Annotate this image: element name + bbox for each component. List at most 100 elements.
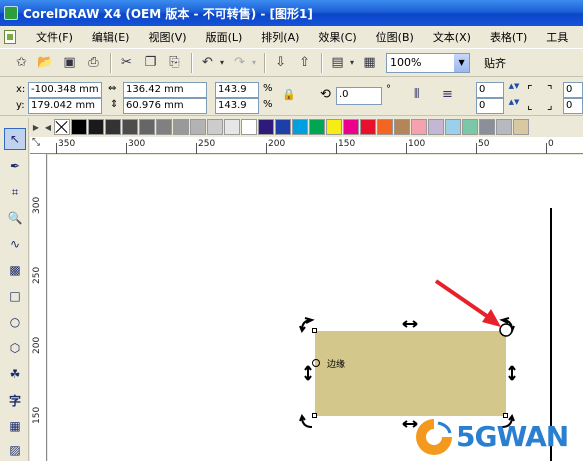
menu-bitmaps[interactable]: 位图(B) — [370, 29, 420, 45]
color-swatch[interactable] — [411, 119, 427, 135]
scale-height-field[interactable]: 143.9 — [215, 98, 259, 114]
width-field[interactable]: 136.42 mm — [123, 82, 207, 98]
height-field[interactable]: 60.976 mm — [123, 98, 207, 114]
color-swatch[interactable] — [479, 119, 495, 135]
save-icon[interactable]: ▣ — [58, 52, 81, 74]
mirror-vertical-icon[interactable]: ≡ — [442, 87, 453, 102]
horizontal-ruler[interactable]: ⤡ 350 300 250 200 150 100 50 0 — [30, 137, 583, 154]
menu-view[interactable]: 视图(V) — [142, 29, 192, 45]
import-icon[interactable]: ⇩ — [269, 52, 292, 74]
lock-ratio-icon[interactable]: 🔒 — [282, 88, 296, 101]
crop-tool-icon[interactable]: ⌗ — [4, 181, 26, 203]
launcher-dropdown-icon[interactable]: ▾ — [350, 58, 354, 67]
mirror-horizontal-icon[interactable]: ⫴ — [414, 87, 419, 102]
color-swatch[interactable] — [71, 119, 87, 135]
export-icon[interactable]: ⇧ — [293, 52, 316, 74]
corner-radius-1-field[interactable]: 0 — [476, 82, 504, 98]
application-launcher-icon[interactable]: ▤ — [326, 52, 349, 74]
smart-fill-tool-icon[interactable]: ▩ — [4, 259, 26, 281]
x-position-field[interactable]: -100.348 mm — [28, 82, 102, 98]
zoom-select[interactable]: 100% ▼ — [386, 52, 471, 73]
zoom-tool-icon[interactable]: 🔍 — [4, 207, 26, 229]
menu-arrange[interactable]: 排列(A) — [255, 29, 305, 45]
document-icon[interactable] — [4, 29, 16, 44]
snap-to-label[interactable]: 贴齐 — [484, 55, 506, 71]
copy-icon[interactable]: ❐ — [139, 52, 162, 74]
rectangle-tool-icon[interactable]: □ — [4, 285, 26, 307]
rotation-field[interactable]: .0 — [336, 87, 382, 105]
ruler-origin-icon[interactable]: ⤡ — [32, 137, 40, 148]
undo-icon[interactable]: ↶ — [196, 52, 219, 74]
menu-text[interactable]: 文本(X) — [427, 29, 477, 45]
color-swatch[interactable] — [377, 119, 393, 135]
redo-dropdown-icon[interactable]: ▾ — [252, 58, 256, 67]
paste-icon[interactable]: ⎘ — [163, 52, 186, 74]
color-swatch[interactable] — [156, 119, 172, 135]
rotation-center-marker[interactable] — [312, 359, 320, 367]
corner-radius-2-field[interactable]: 0 — [476, 98, 504, 114]
freehand-tool-icon[interactable]: ∿ — [4, 233, 26, 255]
selection-handle[interactable] — [312, 413, 317, 418]
toolbar-separator — [321, 52, 323, 73]
polygon-tool-icon[interactable]: ⬡ — [4, 337, 26, 359]
welcome-screen-icon[interactable]: ▦ — [358, 52, 381, 74]
color-swatch[interactable] — [394, 119, 410, 135]
no-fill-swatch[interactable] — [54, 119, 70, 135]
menu-edit[interactable]: 编辑(E) — [86, 29, 136, 45]
color-swatch[interactable] — [326, 119, 342, 135]
color-swatch[interactable] — [105, 119, 121, 135]
color-swatch[interactable] — [139, 119, 155, 135]
color-swatch[interactable] — [496, 119, 512, 135]
chevron-down-icon[interactable]: ▼ — [454, 53, 470, 72]
text-tool-icon[interactable]: 字 — [4, 389, 26, 411]
new-document-icon[interactable]: ✩ — [10, 52, 33, 74]
interactive-tool-icon[interactable]: ▨ — [4, 439, 26, 461]
vertical-ruler[interactable]: 300 250 200 150 — [30, 154, 47, 461]
selected-rectangle[interactable] — [315, 331, 506, 416]
y-position-field[interactable]: 179.042 mm — [28, 98, 102, 114]
pick-tool-icon[interactable]: ↖ — [4, 128, 26, 150]
palette-play-icon[interactable]: ▶ — [30, 120, 42, 134]
percent-label: % — [263, 83, 273, 94]
undo-dropdown-icon[interactable]: ▾ — [220, 58, 224, 67]
color-swatch[interactable] — [428, 119, 444, 135]
menu-layout[interactable]: 版面(L) — [200, 29, 249, 45]
color-swatch[interactable] — [241, 119, 257, 135]
color-swatch[interactable] — [190, 119, 206, 135]
corner-radius-3-field[interactable]: 0 — [563, 82, 583, 98]
ruler-tick-label: 250 — [32, 266, 42, 284]
color-swatch[interactable] — [343, 119, 359, 135]
color-swatch[interactable] — [360, 119, 376, 135]
print-icon[interactable]: ⎙ — [82, 52, 105, 74]
menu-file[interactable]: 文件(F) — [30, 29, 79, 45]
shape-tool-icon[interactable]: ✒ — [4, 155, 26, 177]
palette-scroll-left-icon[interactable]: ◀ — [42, 120, 54, 134]
color-swatch[interactable] — [513, 119, 529, 135]
spin-arrows-icon[interactable]: ▲▼ — [504, 98, 524, 114]
menu-effects[interactable]: 效果(C) — [312, 29, 362, 45]
menu-table[interactable]: 表格(T) — [484, 29, 533, 45]
cut-icon[interactable]: ✂ — [115, 52, 138, 74]
color-swatch[interactable] — [207, 119, 223, 135]
color-swatch[interactable] — [462, 119, 478, 135]
color-swatch[interactable] — [224, 119, 240, 135]
scale-width-field[interactable]: 143.9 — [215, 82, 259, 98]
selection-handle[interactable] — [312, 328, 317, 333]
color-swatch[interactable] — [275, 119, 291, 135]
color-swatch[interactable] — [173, 119, 189, 135]
menu-tools[interactable]: 工具 — [540, 29, 574, 45]
ellipse-tool-icon[interactable]: ○ — [4, 311, 26, 333]
basic-shapes-tool-icon[interactable]: ☘ — [4, 363, 26, 385]
open-folder-icon[interactable]: 📂 — [34, 52, 57, 74]
color-swatch[interactable] — [292, 119, 308, 135]
color-swatch[interactable] — [309, 119, 325, 135]
redo-icon[interactable]: ↷ — [228, 52, 251, 74]
spin-arrows-icon[interactable]: ▲▼ — [504, 82, 524, 98]
color-swatch[interactable] — [258, 119, 274, 135]
color-swatch[interactable] — [122, 119, 138, 135]
corner-radius-4-field[interactable]: 0 — [563, 98, 583, 114]
table-tool-icon[interactable]: ▦ — [4, 415, 26, 437]
color-swatch[interactable] — [445, 119, 461, 135]
selection-handle[interactable] — [503, 328, 508, 333]
color-swatch[interactable] — [88, 119, 104, 135]
